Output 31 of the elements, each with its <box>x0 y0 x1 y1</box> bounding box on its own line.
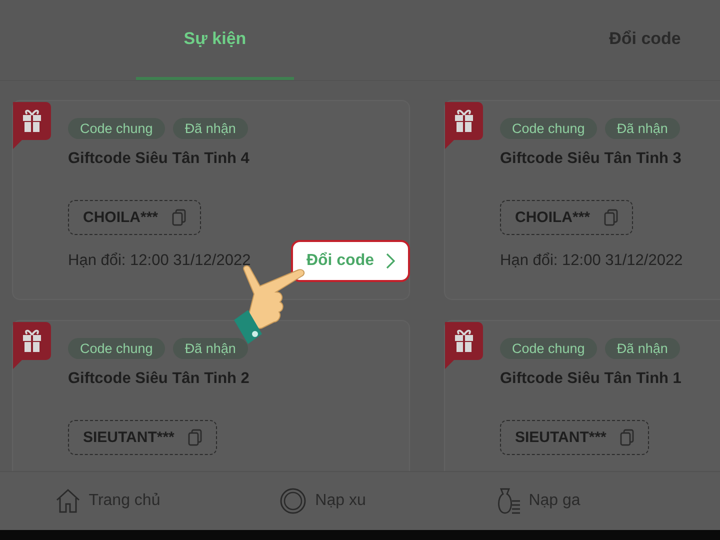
code-field[interactable]: SIEUTANT*** <box>500 420 650 455</box>
code-field[interactable]: CHOILA*** <box>500 200 634 235</box>
card-title: Giftcode Siêu Tân Tinh 2 <box>68 370 250 388</box>
copy-icon[interactable] <box>188 429 202 446</box>
tag: Đã nhận <box>172 338 248 359</box>
copy-icon[interactable] <box>620 429 634 446</box>
redeem-button[interactable]: Đổi code <box>291 240 410 282</box>
tag: Đã nhận <box>604 118 680 139</box>
card-title: Giftcode Siêu Tân Tinh 3 <box>500 150 682 168</box>
card-title: Giftcode Siêu Tân Tinh 4 <box>68 150 250 168</box>
code-field[interactable]: CHOILA*** <box>68 200 202 235</box>
tag: Code chung <box>68 118 165 139</box>
tag: Code chung <box>500 338 597 359</box>
card-title: Giftcode Siêu Tân Tinh 1 <box>500 370 682 388</box>
tag: Code chung <box>500 118 597 139</box>
tag: Đã nhận <box>172 118 248 139</box>
gift-badge-icon <box>13 322 51 369</box>
expiry-text: Hạn đổi: 12:00 31/12/2022 <box>500 252 683 270</box>
copy-icon[interactable] <box>172 209 186 226</box>
home-icon[interactable] <box>54 488 81 514</box>
code-field[interactable]: SIEUTANT*** <box>68 420 218 455</box>
copy-icon[interactable] <box>604 209 618 226</box>
gift-badge-icon <box>13 102 51 149</box>
gift-badge-icon <box>445 102 483 149</box>
coin-icon[interactable] <box>279 487 308 515</box>
tag: Đã nhận <box>604 338 680 359</box>
tab[interactable]: Sự kiện <box>136 0 294 80</box>
expiry-text: Hạn đổi: 12:00 31/12/2022 <box>68 252 251 270</box>
gift-badge-icon <box>445 322 483 369</box>
tag: Code chung <box>68 338 165 359</box>
chevron-icon <box>386 253 395 269</box>
